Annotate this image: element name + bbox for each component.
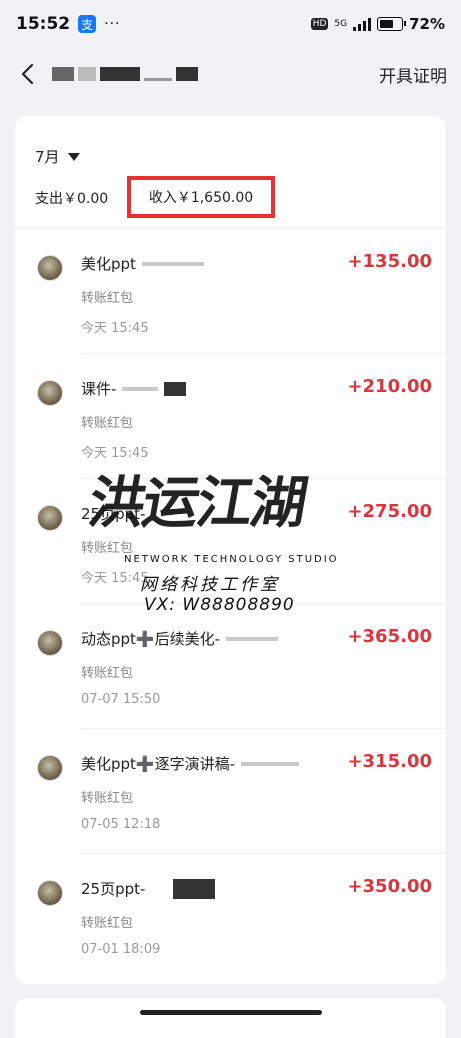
battery-icon [377, 17, 407, 31]
redacted-name [173, 878, 216, 899]
transaction-title-text: 动态ppt➕后续美化- [81, 630, 221, 648]
summary-row: 支出￥0.00 收入￥1,650.00 [35, 176, 275, 218]
transaction-time: 今天 15:45 [81, 571, 149, 586]
caret-down-icon [67, 152, 80, 161]
transaction-title: 课件- [81, 378, 187, 399]
nav-bar: 开具证明 [0, 48, 461, 100]
transaction-title: 25页ppt- [81, 503, 145, 524]
more-notifications-icon: ··· [104, 16, 121, 32]
transaction-amount: +350.00 [347, 876, 432, 897]
avatar [37, 755, 63, 781]
transaction-item[interactable]: 25页ppt- 转账红包 07-01 18:09 +350.00 [15, 854, 446, 979]
home-indicator[interactable] [140, 1010, 322, 1015]
transaction-item[interactable]: 美化ppt➕逐字演讲稿- 转账红包 07-05 12:18 +315.00 [15, 729, 446, 854]
status-bar: 15:52 支 ··· HD 5G 72% [0, 0, 461, 48]
bill-list-card: 7月 支出￥0.00 收入￥1,650.00 美化ppt 转账红包 今天 15:… [15, 116, 446, 984]
transaction-time: 07-01 18:09 [81, 942, 161, 957]
transaction-type: 转账红包 [81, 916, 134, 931]
hd-icon: HD [310, 18, 329, 30]
transaction-title-text: 课件- [81, 380, 117, 398]
next-card [15, 998, 446, 1038]
month-label: 7月 [35, 148, 60, 166]
avatar [37, 630, 63, 656]
network-type: 5G [334, 18, 348, 29]
status-right: HD 5G 72% [310, 15, 445, 33]
transaction-amount: +135.00 [347, 251, 432, 272]
transaction-title-text: 美化ppt➕逐字演讲稿- [81, 755, 236, 773]
transaction-type: 转账红包 [81, 666, 134, 681]
avatar [37, 255, 63, 281]
transaction-time: 07-07 15:50 [81, 692, 161, 707]
transaction-type: 转账红包 [81, 791, 134, 806]
battery-fill [380, 20, 394, 28]
transaction-item[interactable]: 25页ppt- 转账红包 今天 15:45 +275.00 [15, 479, 446, 604]
transaction-type: 转账红包 [81, 291, 134, 306]
avatar [37, 880, 63, 906]
redacted-name [164, 381, 187, 396]
redacted-name [141, 261, 204, 266]
income-total-highlight: 收入￥1,650.00 [127, 176, 275, 218]
avatar [37, 380, 63, 406]
transaction-item[interactable]: 美化ppt 转账红包 今天 15:45 +135.00 [15, 229, 446, 354]
income-total: 收入￥1,650.00 [148, 190, 254, 206]
transaction-type: 转账红包 [81, 416, 134, 431]
transaction-title-text: 25页ppt- [81, 880, 146, 898]
issue-certificate-button[interactable]: 开具证明 [379, 62, 447, 87]
transaction-time: 今天 15:45 [81, 446, 149, 461]
redacted-name [226, 636, 279, 641]
month-selector[interactable]: 7月 [35, 146, 80, 167]
transaction-item[interactable]: 动态ppt➕后续美化- 转账红包 07-07 15:50 +365.00 [15, 604, 446, 729]
transaction-title-text: 美化ppt [81, 255, 136, 273]
transaction-amount: +365.00 [347, 626, 432, 647]
signal-icon [353, 17, 372, 31]
transaction-type: 转账红包 [81, 541, 134, 556]
transaction-item[interactable]: 课件- 转账红包 今天 15:45 +210.00 [15, 354, 446, 479]
transaction-title: 25页ppt- [81, 878, 216, 899]
page-title-redacted [52, 67, 198, 81]
expense-total: 支出￥0.00 [35, 191, 109, 207]
transaction-time: 07-05 12:18 [81, 817, 161, 832]
transaction-amount: +315.00 [347, 751, 432, 772]
back-arrow-icon[interactable] [14, 61, 40, 87]
transaction-amount: +210.00 [347, 376, 432, 397]
battery-percentage: 72% [409, 15, 445, 33]
status-left: 15:52 支 ··· [16, 14, 120, 34]
alipay-notification-icon: 支 [78, 15, 97, 33]
transaction-title: 美化ppt [81, 253, 204, 274]
transaction-title: 动态ppt➕后续美化- [81, 628, 279, 649]
redacted-name [241, 761, 300, 766]
transaction-time: 今天 15:45 [81, 321, 149, 336]
transaction-title-text: 25页ppt- [81, 505, 146, 523]
transaction-title: 美化ppt➕逐字演讲稿- [81, 753, 300, 774]
status-time: 15:52 [16, 14, 71, 34]
redacted-name [122, 386, 159, 391]
transaction-amount: +275.00 [347, 501, 432, 522]
avatar [37, 505, 63, 531]
